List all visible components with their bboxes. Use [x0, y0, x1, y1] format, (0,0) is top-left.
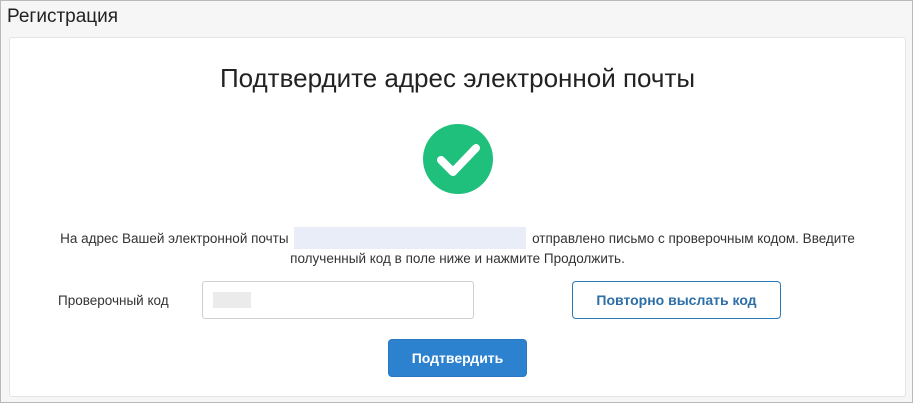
window-title: Регистрация	[7, 6, 119, 27]
confirm-button[interactable]: Подтвердить	[388, 339, 527, 377]
message-line-2: полученный код в поле ниже и нажмите Про…	[290, 251, 625, 266]
message-before-email: На адрес Вашей электронной почты	[60, 231, 289, 246]
check-circle-icon	[423, 124, 493, 194]
email-address-redacted	[294, 227, 527, 249]
check-circle-background	[423, 124, 493, 194]
resend-code-button[interactable]: Повторно выслать код	[572, 281, 781, 319]
email-confirmation-card: Подтвердите адрес электронной почты На а…	[9, 37, 906, 397]
page-title: Подтвердите адрес электронной почты	[219, 63, 696, 93]
registration-window: Регистрация Подтвердите адрес электронно…	[0, 0, 913, 403]
confirmation-message: На адрес Вашей электронной почты отправл…	[26, 227, 889, 269]
verification-code-redacted	[213, 292, 251, 308]
verification-code-label: Проверочный код	[58, 293, 169, 308]
message-after-email: отправлено письмо с проверочным кодом. В…	[532, 231, 855, 246]
